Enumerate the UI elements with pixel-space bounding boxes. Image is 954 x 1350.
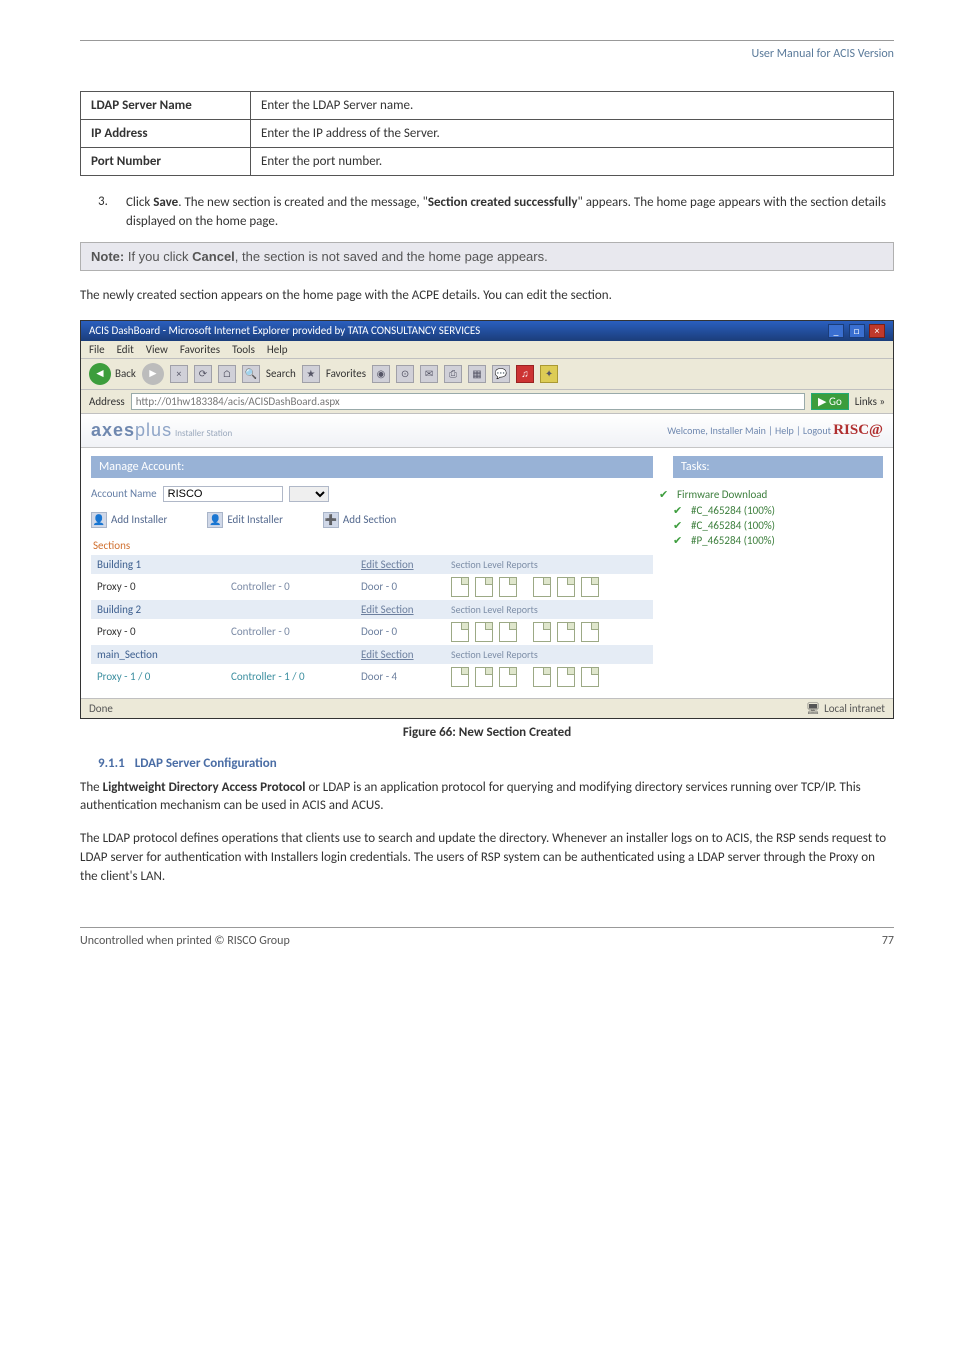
status-done: Done: [89, 702, 113, 715]
go-button[interactable]: ▶ Go: [811, 393, 849, 410]
figure-caption: Figure 66: New Section Created: [80, 725, 894, 740]
footer-left: Uncontrolled when printed © RISCO Group: [80, 934, 290, 948]
welcome-text: Welcome, Installer Main | Help | Logout …: [667, 422, 883, 439]
note-box: Note: If you click Cancel, the section i…: [80, 242, 894, 271]
tasks-header: Tasks:: [673, 456, 883, 478]
status-zone: 🖥 Local intranet: [806, 702, 885, 715]
brand-sub: Installer Station: [175, 428, 232, 439]
close-button[interactable]: ×: [869, 324, 885, 338]
sections-header: Sections: [91, 536, 653, 555]
edit-section-link[interactable]: Edit Section: [361, 603, 414, 616]
param-desc: Enter the LDAP Server name.: [251, 92, 894, 120]
back-button[interactable]: ◄Back: [89, 363, 136, 385]
task-item[interactable]: #C_465284 (100%): [673, 518, 883, 533]
brand-logo: axesplus: [91, 420, 172, 440]
param-label: Port Number: [81, 148, 251, 176]
body-para: The newly created section appears on the…: [80, 287, 894, 306]
menubar[interactable]: FileEditViewFavoritesToolsHelp: [81, 341, 893, 359]
tool-icon-2[interactable]: ✦: [540, 365, 558, 383]
print-icon[interactable]: ⎙: [444, 365, 462, 383]
address-input[interactable]: http://01hw183384/acis/ACISDashBoard.asp…: [131, 393, 805, 410]
params-table: LDAP Server Name Enter the LDAP Server n…: [80, 91, 894, 176]
screenshot-window: ACIS DashBoard - Microsoft Internet Expl…: [80, 320, 894, 719]
body-para: The LDAP protocol defines operations tha…: [80, 830, 894, 887]
media-icon[interactable]: ◉: [372, 365, 390, 383]
param-label: LDAP Server Name: [81, 92, 251, 120]
search-icon[interactable]: 🔍: [242, 365, 260, 383]
history-icon[interactable]: ⊙: [396, 365, 414, 383]
step-number: 3.: [98, 194, 112, 232]
edit-section-link[interactable]: Edit Section: [361, 648, 414, 661]
param-label: IP Address: [81, 120, 251, 148]
add-installer-button[interactable]: 👤Add Installer: [91, 512, 167, 528]
account-name-label: Account Name: [91, 487, 157, 500]
account-select[interactable]: [289, 486, 329, 502]
task-item[interactable]: #P_465284 (100%): [673, 533, 883, 548]
step-text: Click Save. The new section is created a…: [126, 194, 894, 232]
section-heading: 9.1.1LDAP Server Configuration: [80, 756, 894, 771]
section-row: Building 1 Edit Section Section Level Re…: [91, 555, 653, 574]
section-sub-row: Proxy - 1 / 0 Controller - 1 / 0 Door - …: [91, 664, 653, 690]
refresh-icon[interactable]: ⟳: [194, 365, 212, 383]
forward-button[interactable]: ►: [142, 363, 164, 385]
edit-installer-button[interactable]: 👤Edit Installer: [207, 512, 283, 528]
discuss-icon[interactable]: 💬: [492, 365, 510, 383]
minimize-button[interactable]: _: [828, 324, 844, 338]
param-desc: Enter the port number.: [251, 148, 894, 176]
manage-account-header: Manage Account:: [91, 456, 653, 478]
address-label: Address: [89, 395, 125, 408]
body-para: The Lightweight Directory Access Protoco…: [80, 779, 894, 817]
report-icon[interactable]: [451, 577, 469, 597]
footer-page: 77: [882, 934, 894, 948]
account-name-input[interactable]: [163, 486, 283, 502]
home-icon[interactable]: ⌂: [218, 365, 236, 383]
maximize-button[interactable]: □: [849, 324, 865, 338]
section-sub-row: Proxy - 0 Controller - 0 Door - 0: [91, 574, 653, 600]
toolbar: ◄Back ► × ⟳ ⌂ 🔍Search ★Favorites ◉ ⊙ ✉ ⎙…: [81, 359, 893, 390]
section-row: main_Section Edit Section Section Level …: [91, 645, 653, 664]
edit-icon[interactable]: ▦: [468, 365, 486, 383]
task-firmware-download[interactable]: Firmware Download: [673, 486, 883, 503]
links-label[interactable]: Links »: [855, 395, 885, 408]
param-desc: Enter the IP address of the Server.: [251, 120, 894, 148]
page-header: User Manual for ACIS Version: [80, 47, 894, 61]
mail-icon[interactable]: ✉: [420, 365, 438, 383]
favorites-icon[interactable]: ★: [302, 365, 320, 383]
tool-icon[interactable]: ♫: [516, 365, 534, 383]
add-section-button[interactable]: ➕Add Section: [323, 512, 396, 528]
stop-icon[interactable]: ×: [170, 365, 188, 383]
edit-section-link[interactable]: Edit Section: [361, 558, 414, 571]
section-sub-row: Proxy - 0 Controller - 0 Door - 0: [91, 619, 653, 645]
section-row: Building 2 Edit Section Section Level Re…: [91, 600, 653, 619]
window-title: ACIS DashBoard - Microsoft Internet Expl…: [89, 324, 480, 337]
task-item[interactable]: #C_465284 (100%): [673, 503, 883, 518]
